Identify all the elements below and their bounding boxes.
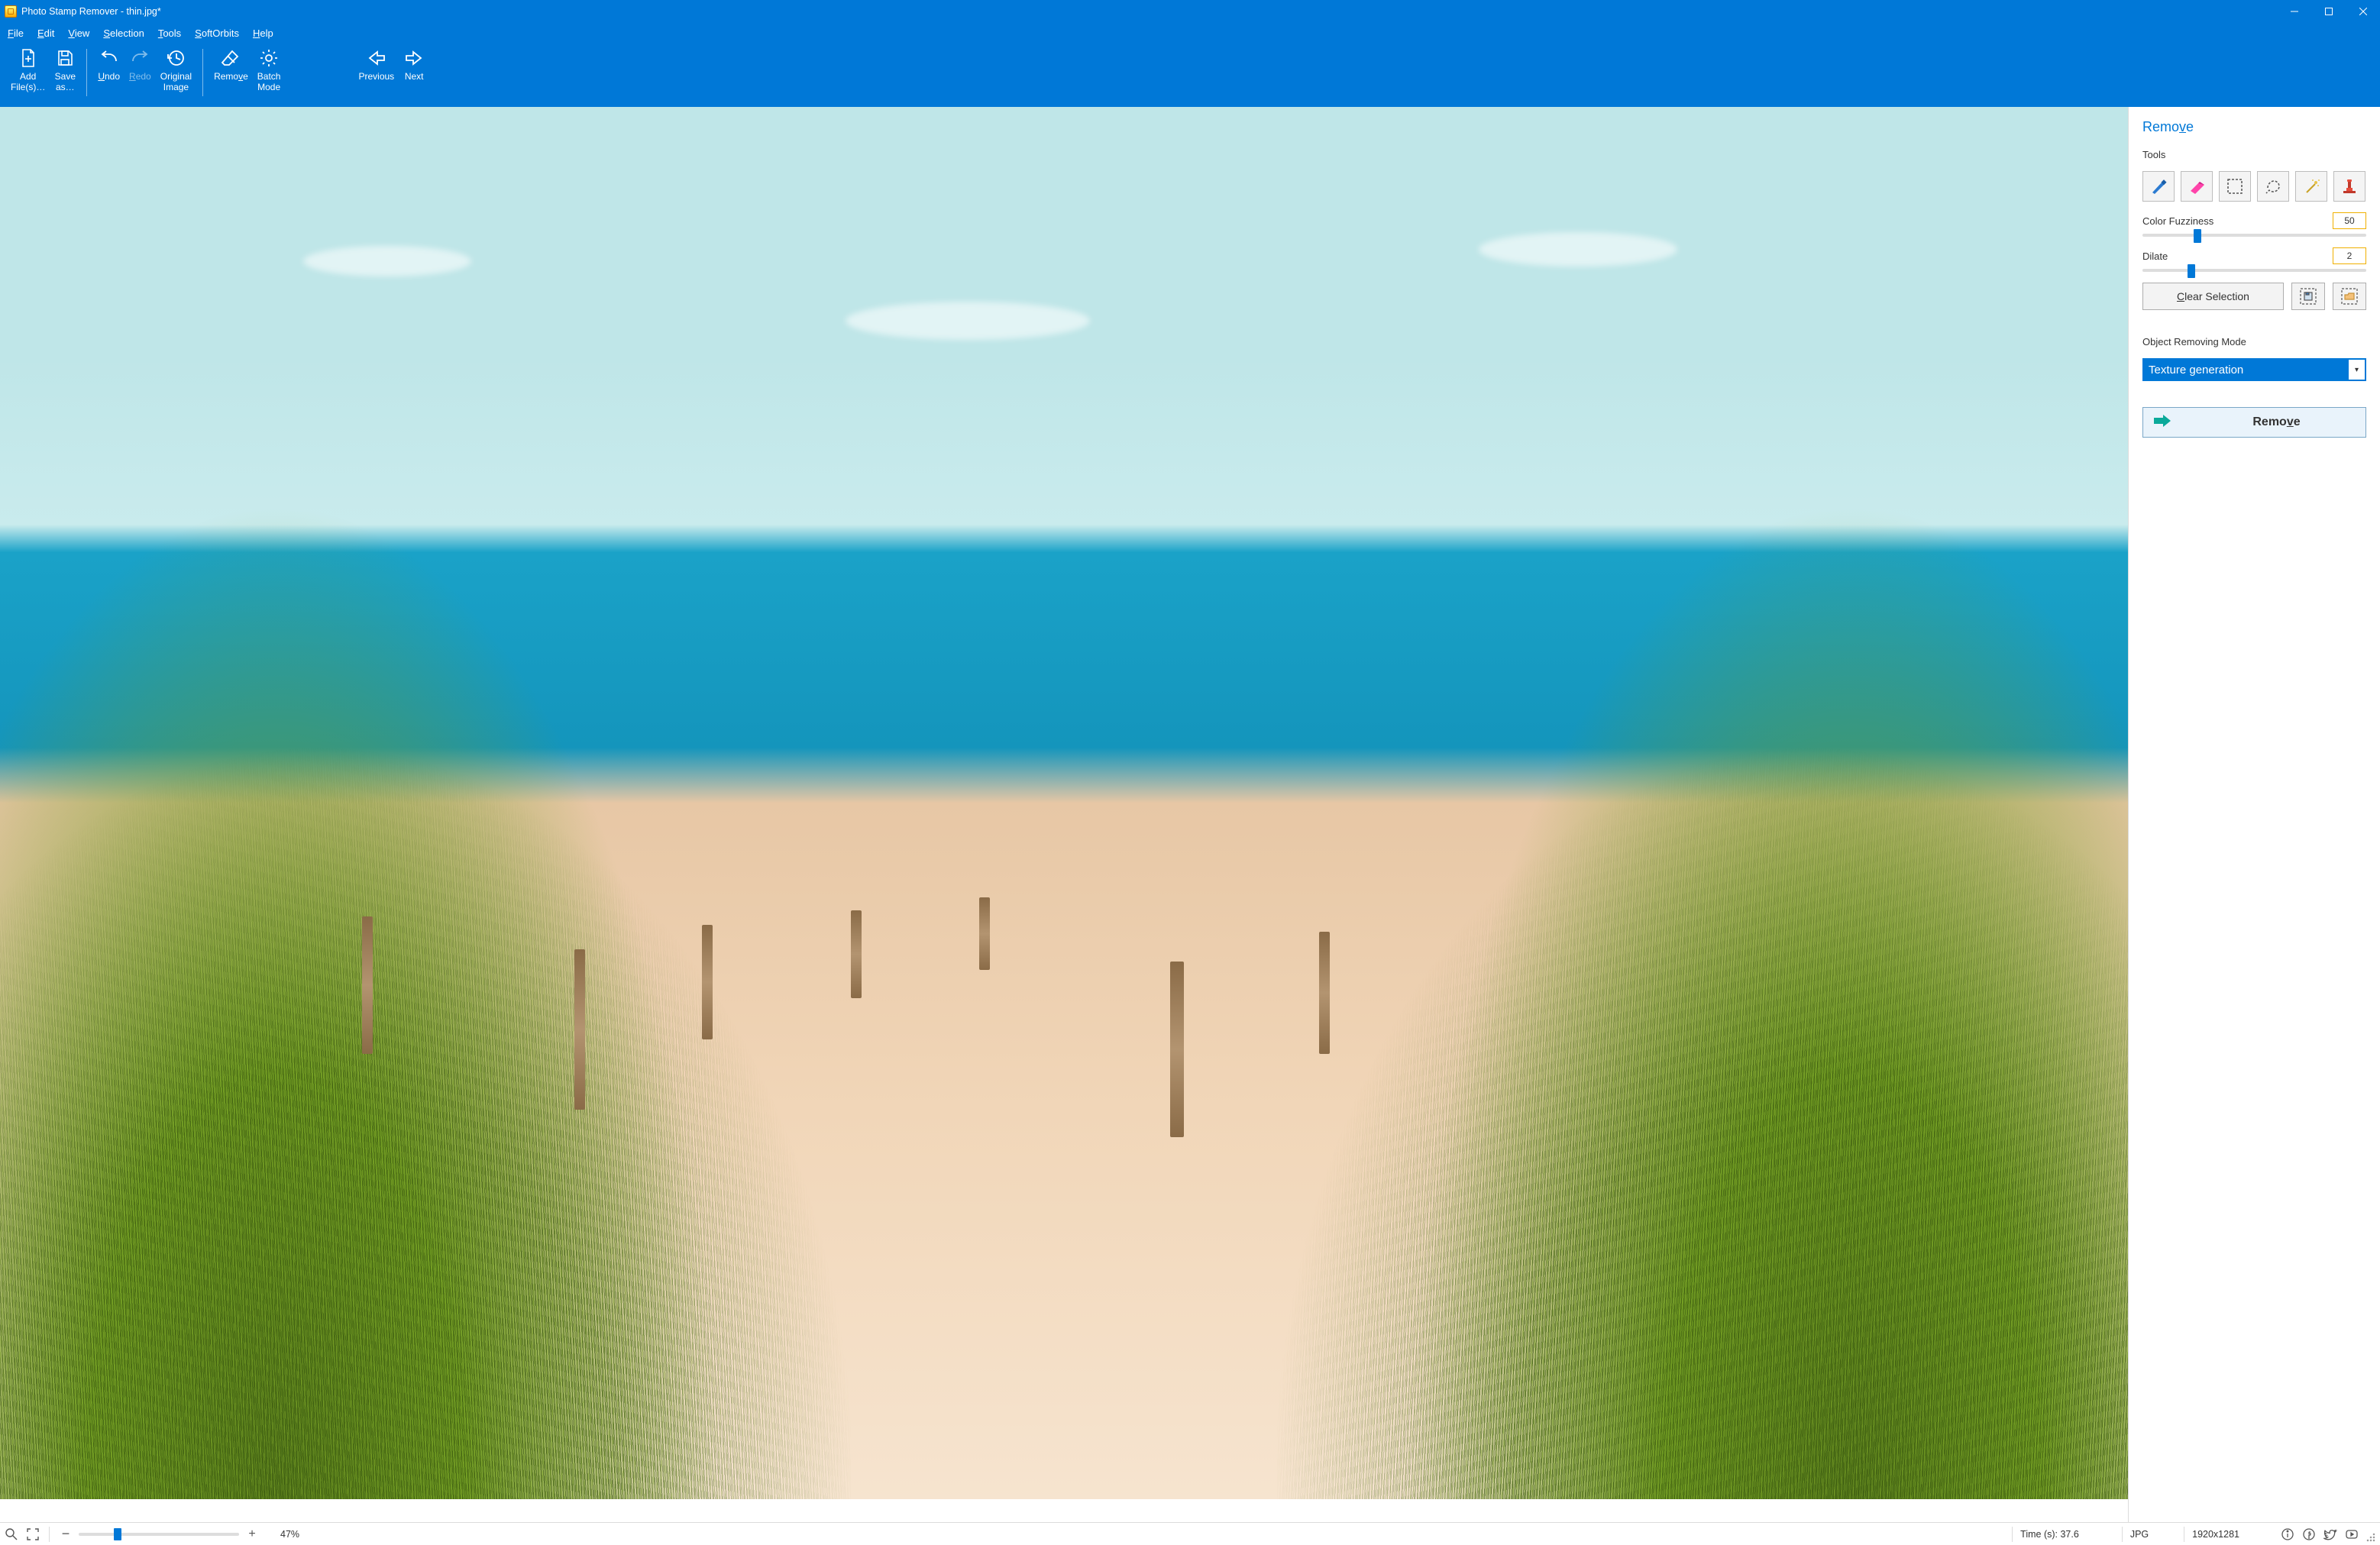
- color-fuzziness-label: Color Fuzziness: [2142, 215, 2327, 227]
- dilate-slider[interactable]: [2142, 269, 2366, 272]
- fit-screen-button[interactable]: [24, 1526, 41, 1543]
- panel-heading: Remove: [2142, 119, 2366, 135]
- youtube-icon[interactable]: [2343, 1526, 2360, 1543]
- zoom-in-button[interactable]: +: [244, 1526, 260, 1543]
- tool-rect-select[interactable]: [2219, 171, 2251, 202]
- color-fuzziness-value[interactable]: 50: [2333, 212, 2366, 229]
- save-icon: [54, 47, 76, 69]
- facebook-icon[interactable]: [2301, 1526, 2317, 1543]
- next-button[interactable]: Next: [399, 46, 429, 84]
- image-canvas[interactable]: [0, 107, 2128, 1499]
- object-removing-mode-dropdown[interactable]: Texture generation ▾: [2142, 358, 2366, 381]
- remove-action-button[interactable]: Remove: [2142, 407, 2366, 438]
- menu-bar: File Edit View Selection Tools SoftOrbit…: [0, 23, 2380, 43]
- chevron-down-icon[interactable]: ▾: [2348, 360, 2365, 380]
- tool-eraser[interactable]: [2181, 171, 2213, 202]
- eraser-icon: [220, 47, 241, 69]
- tool-lasso[interactable]: [2257, 171, 2289, 202]
- redo-button[interactable]: Redo: [124, 46, 156, 84]
- menu-selection[interactable]: Selection: [103, 27, 144, 39]
- clear-selection-button[interactable]: Clear Selection: [2142, 283, 2284, 310]
- save-as-button[interactable]: Saveas…: [50, 46, 80, 95]
- remove-button[interactable]: Remove: [209, 46, 253, 84]
- tool-magic-wand[interactable]: [2295, 171, 2327, 202]
- color-fuzziness-slider[interactable]: [2142, 234, 2366, 237]
- resize-grip[interactable]: [2365, 1531, 2377, 1543]
- gear-icon: [258, 47, 280, 69]
- undo-button[interactable]: Undo: [93, 46, 124, 84]
- menu-softorbits[interactable]: SoftOrbits: [195, 27, 239, 39]
- undo-icon: [99, 47, 120, 69]
- zoom-percent-label: 47%: [280, 1529, 299, 1540]
- batch-mode-button[interactable]: BatchMode: [253, 46, 286, 95]
- zoom-slider[interactable]: [79, 1533, 239, 1536]
- zoom-actual-button[interactable]: [3, 1526, 20, 1543]
- menu-help[interactable]: Help: [253, 27, 273, 39]
- title-bar: Photo Stamp Remover - thin.jpg*: [0, 0, 2380, 23]
- app-icon: [5, 5, 17, 18]
- window-title: Photo Stamp Remover - thin.jpg*: [21, 6, 2277, 17]
- menu-file[interactable]: File: [8, 27, 24, 39]
- menu-view[interactable]: View: [68, 27, 89, 39]
- info-icon[interactable]: [2279, 1526, 2296, 1543]
- object-removing-mode-label: Object Removing Mode: [2142, 336, 2366, 347]
- original-image-button[interactable]: OriginalImage: [156, 46, 196, 95]
- tool-marker[interactable]: [2142, 171, 2175, 202]
- time-label: Time (s): 37.6: [2020, 1529, 2079, 1540]
- tool-clone-stamp[interactable]: [2333, 171, 2365, 202]
- tools-row: [2142, 171, 2366, 202]
- save-selection-button[interactable]: [2291, 283, 2325, 310]
- redo-icon: [129, 47, 150, 69]
- dilate-value[interactable]: 2: [2333, 247, 2366, 264]
- object-removing-mode-value: Texture generation: [2144, 360, 2348, 380]
- previous-button[interactable]: Previous: [354, 46, 399, 84]
- history-icon: [165, 47, 186, 69]
- document-plus-icon: [18, 47, 39, 69]
- close-button[interactable]: [2346, 0, 2380, 23]
- zoom-out-button[interactable]: −: [57, 1526, 74, 1543]
- maximize-button[interactable]: [2311, 0, 2346, 23]
- dilate-label: Dilate: [2142, 250, 2327, 262]
- remove-panel: Remove Tools: [2128, 107, 2380, 1522]
- twitter-icon[interactable]: [2322, 1526, 2339, 1543]
- arrow-right-icon: [403, 47, 425, 69]
- menu-tools[interactable]: Tools: [158, 27, 181, 39]
- format-label: JPG: [2130, 1529, 2149, 1540]
- add-files-button[interactable]: AddFile(s)…: [6, 46, 50, 95]
- status-bar: − + 47% Time (s): 37.6 JPG 1920x1281: [0, 1522, 2380, 1545]
- load-selection-button[interactable]: [2333, 283, 2366, 310]
- arrow-right-bold-icon: [2154, 414, 2171, 432]
- toolbar: AddFile(s)… Saveas… Undo Redo: [0, 43, 2380, 107]
- tools-label: Tools: [2142, 149, 2366, 160]
- arrow-left-icon: [366, 47, 387, 69]
- minimize-button[interactable]: [2277, 0, 2311, 23]
- dimensions-label: 1920x1281: [2192, 1529, 2239, 1540]
- menu-edit[interactable]: Edit: [37, 27, 54, 39]
